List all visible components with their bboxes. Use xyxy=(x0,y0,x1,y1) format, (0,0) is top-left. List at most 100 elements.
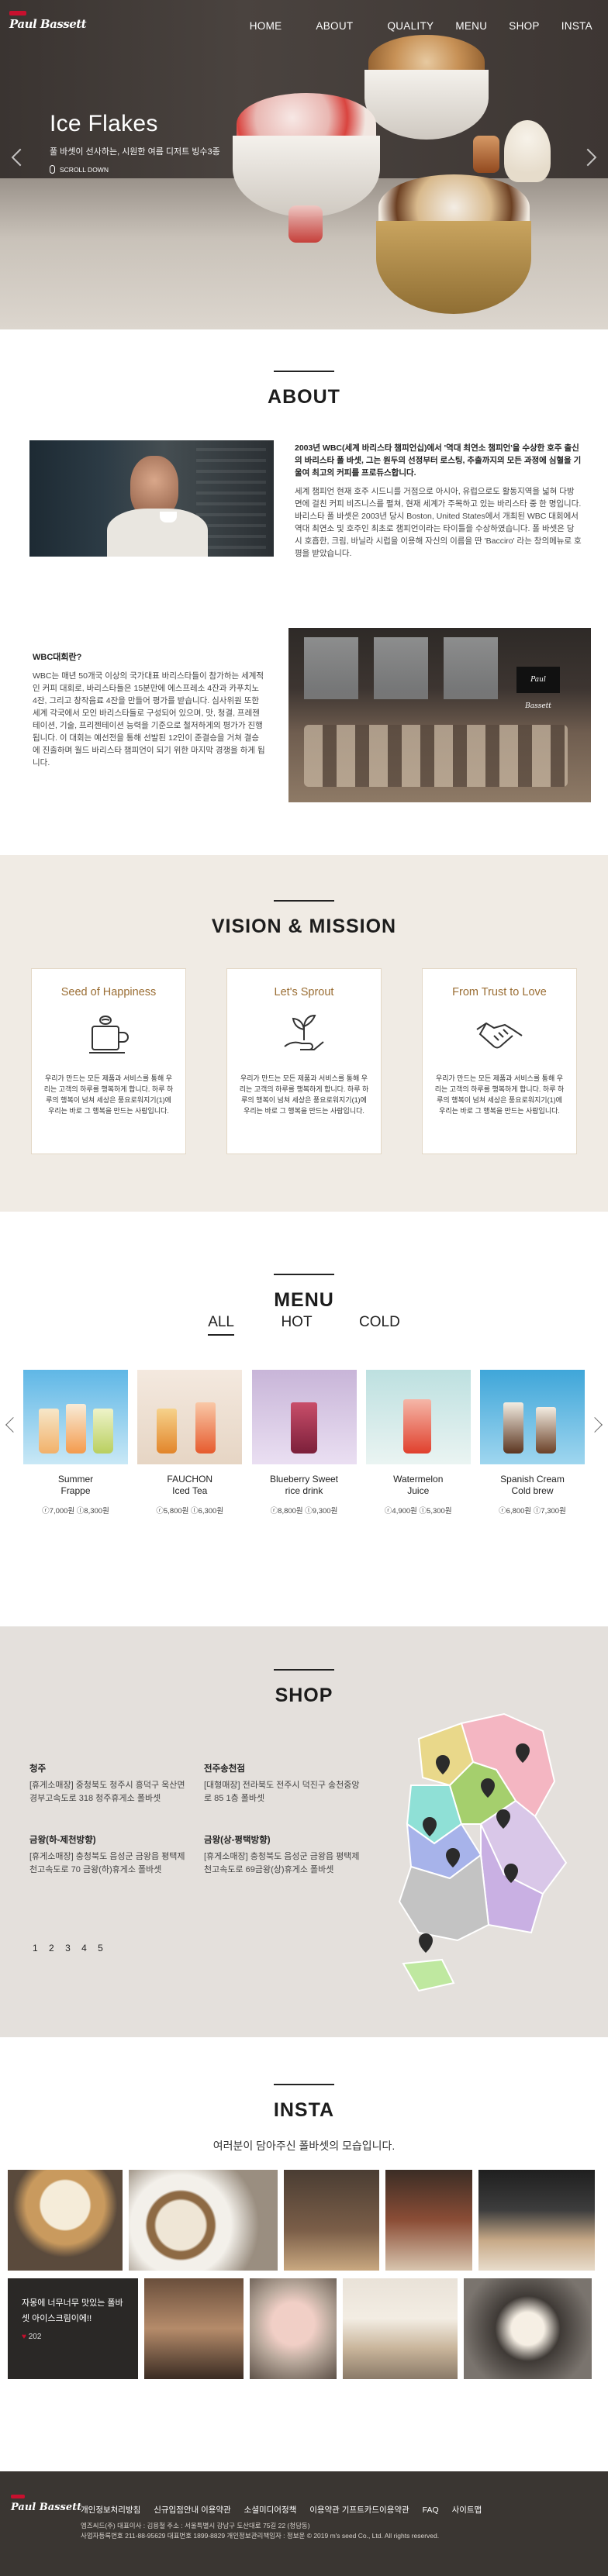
insta-heading: INSTA xyxy=(0,2084,608,2122)
footer-link-social[interactable]: 소셜미디어정책 xyxy=(244,2505,297,2515)
logo-badge xyxy=(9,11,26,16)
map-pin-icon[interactable] xyxy=(419,1933,433,1953)
hero-banner: Paul Bassett HOME ABOUT QUALITY MENU SHO… xyxy=(0,0,608,329)
syrup-jar-image xyxy=(288,205,323,243)
menu-item[interactable]: Blueberry Sweet rice drink ⓡ8,800원 ⓛ9,30… xyxy=(251,1370,357,1516)
insta-post-photo[interactable] xyxy=(464,2278,592,2379)
menu-next-arrow-icon[interactable] xyxy=(587,1417,603,1433)
handshake-icon xyxy=(476,1022,523,1049)
map-region-jeju[interactable] xyxy=(402,1958,455,1992)
shop-item[interactable]: 금왕(상-평택방향) [휴게소매장] 충청북도 음성군 금왕읍 평택제천고속도로… xyxy=(204,1833,363,1877)
menu-item[interactable]: Watermelon Juice ⓡ4,900원 ⓛ5,300원 xyxy=(365,1370,471,1516)
page-link[interactable]: 5 xyxy=(98,1943,103,1954)
menu-item-photo xyxy=(137,1370,243,1464)
shop-name: 금왕(상-평택방향) xyxy=(204,1836,271,1845)
insta-post-photo[interactable] xyxy=(8,2170,123,2271)
nav-quality[interactable]: QUALITY xyxy=(387,20,434,32)
insta-feed: 자몽에 너무너무 맛있는 폴바셋 아이스크림이에!! ♥ 202 xyxy=(8,2170,601,2387)
menu-prev-arrow-icon[interactable] xyxy=(5,1417,21,1433)
tab-all[interactable]: ALL xyxy=(208,1314,234,1336)
footer-company-info: 엠즈씨드(주) 대표이사 : 김용철 주소 : 서울특별시 강남구 도산대로 7… xyxy=(81,2521,439,2541)
menu-item-photo xyxy=(365,1370,471,1464)
hero-title: Ice Flakes xyxy=(50,111,158,136)
menu-item-name: Watermelon Juice xyxy=(393,1474,444,1496)
nav-insta[interactable]: INSTA xyxy=(561,20,592,32)
about-intro: 2003년 WBC(세계 바리스타 챔피언십)에서 '역대 최연소 챔피언'을 … xyxy=(295,442,582,560)
menu-item-price: ⓡ4,900원 ⓛ5,300원 xyxy=(384,1507,452,1516)
footer-link-privacy[interactable]: 개인정보처리방침 xyxy=(81,2505,140,2515)
menu-item-name: FAUCHON Iced Tea xyxy=(167,1474,213,1496)
menu-item[interactable]: Summer Frappe ⓡ7,000원 ⓛ8,300원 xyxy=(23,1370,128,1516)
menu-item[interactable]: Spanish Cream Cold brew ⓡ6,800원 ⓛ7,300원 xyxy=(480,1370,585,1516)
footer-link-store-terms[interactable]: 신규입점안내 이용약관 xyxy=(154,2505,231,2515)
menu-item[interactable]: FAUCHON Iced Tea ⓡ5,800원 ⓛ6,300원 xyxy=(137,1370,243,1516)
hero-subtitle: 풀 바셋이 선사하는, 시원한 여름 디저트 빙수3종 xyxy=(50,147,220,157)
menu-heading: MENU xyxy=(0,1274,608,1312)
menu-item-photo xyxy=(23,1370,128,1464)
shop-section: SHOP 청주 [휴게소매장] 중청북도 청주시 흥덕구 옥산면 경부고속도로 … xyxy=(0,1626,608,2037)
heading-rule xyxy=(274,371,334,372)
syrup-jar-image xyxy=(473,136,499,173)
vision-card: From Trust to Love 우리가 만드는 모든 제품과 서비스를 통… xyxy=(422,968,577,1154)
heart-icon: ♥ xyxy=(22,2333,26,2341)
insta-post-photo[interactable] xyxy=(284,2170,379,2271)
page-link[interactable]: 2 xyxy=(49,1943,54,1954)
shop-address: [대형매장] 전라북도 전주시 덕진구 송천중앙로 85 1층 폴바셋 xyxy=(204,1781,360,1803)
footer-link-giftcard[interactable]: 이용약관 기프트카드이용약관 xyxy=(309,2505,409,2515)
heading-rule xyxy=(274,900,334,902)
insta-post-photo[interactable] xyxy=(129,2170,278,2271)
insta-post-caption[interactable]: 자몽에 너무너무 맛있는 폴바셋 아이스크림이에!! ♥ 202 xyxy=(8,2278,138,2379)
page-link[interactable]: 3 xyxy=(65,1943,71,1954)
shop-item[interactable]: 금왕(하-제천방향) [휴게소매장] 충청북도 음성군 금왕읍 평택제천고속도로… xyxy=(29,1833,188,1877)
tab-cold[interactable]: COLD xyxy=(359,1314,400,1334)
scroll-down-label: SCROLL DOWN xyxy=(60,165,109,174)
vision-card-desc: 우리가 만드는 모든 제품과 서비스를 통해 우리는 고객의 하루를 행복하게 … xyxy=(43,1074,174,1115)
nav-shop[interactable]: SHOP xyxy=(509,20,539,32)
insta-post-photo[interactable] xyxy=(385,2170,472,2271)
insta-post-photo[interactable] xyxy=(250,2278,337,2379)
scroll-down[interactable]: SCROLL DOWN xyxy=(50,165,220,174)
about-title: ABOUT xyxy=(268,386,340,408)
footer-link-sitemap[interactable]: 사이트맵 xyxy=(452,2505,482,2515)
shop-name: 금왕(하-제천방향) xyxy=(29,1836,96,1845)
page-link[interactable]: 1 xyxy=(33,1943,38,1954)
menu-item-price: ⓡ6,800원 ⓛ7,300원 xyxy=(499,1507,566,1516)
nav-home[interactable]: HOME xyxy=(250,20,282,32)
nav-about[interactable]: ABOUT xyxy=(316,20,353,32)
insta-likes: ♥ 202 xyxy=(22,2333,124,2341)
vision-card-title: Let's Sprout xyxy=(274,986,334,998)
heading-rule xyxy=(274,1669,334,1671)
wbc-description: WBC대회란? WBC는 매년 50개국 이상의 국가대표 바리스타들이 참가하… xyxy=(33,651,265,769)
insta-post-photo[interactable] xyxy=(343,2278,458,2379)
menu-item-photo xyxy=(480,1370,585,1464)
shop-address: [휴게소매장] 중청북도 청주시 흥덕구 옥산면 경부고속도로 318 청주휴게… xyxy=(29,1781,185,1803)
shop-list: 청주 [휴게소매장] 중청북도 청주시 흥덕구 옥산면 경부고속도로 318 청… xyxy=(29,1762,371,1877)
page-link[interactable]: 4 xyxy=(81,1943,87,1954)
sprout-hand-icon xyxy=(284,1014,324,1050)
shop-item[interactable]: 전주송천점 [대형매장] 전라북도 전주시 덕진구 송천중앙로 85 1층 폴바… xyxy=(204,1762,363,1805)
vision-title: VISION & MISSION xyxy=(211,916,397,937)
footer-info-line: 사업자등록번호 211-88-95629 대표번호 1899-8829 개인정보… xyxy=(81,2532,440,2540)
korea-map[interactable] xyxy=(388,1708,582,2010)
shop-item[interactable]: 청주 [휴게소매장] 중청북도 청주시 흥덕구 옥산면 경부고속도로 318 청… xyxy=(29,1762,188,1805)
vision-card-desc: 우리가 만드는 모든 제품과 서비스를 통해 우리는 고객의 하루를 행복하게 … xyxy=(239,1074,369,1115)
insta-post-photo[interactable] xyxy=(478,2170,595,2271)
shop-address: [휴게소매장] 충청북도 음성군 금왕읍 평택제천고속도로 70 금왕(하)휴게… xyxy=(29,1852,185,1874)
ice-cream-image xyxy=(504,120,551,182)
menu-item-name: Spanish Cream Cold brew xyxy=(500,1474,565,1496)
footer-logo[interactable]: Paul Bassett xyxy=(11,2495,81,2514)
heading-rule xyxy=(274,1274,334,1275)
brand-logo[interactable]: Paul Bassett xyxy=(9,11,87,32)
insta-likes-count: 202 xyxy=(28,2333,42,2341)
menu-item-price: ⓡ7,000원 ⓛ8,300원 xyxy=(42,1507,109,1516)
logo-badge xyxy=(11,2495,25,2498)
menu-tabs: ALL HOT COLD xyxy=(0,1314,608,1336)
insta-section: INSTA 여러분이 담아주신 폴바셋의 모습입니다. 자몽에 너무너무 맛있는… xyxy=(0,2037,608,2471)
vision-card: Seed of Happiness 우리가 만드는 모든 제품과 서비스를 통해… xyxy=(31,968,186,1154)
menu-item-name: Summer Frappe xyxy=(57,1474,94,1496)
tab-hot[interactable]: HOT xyxy=(281,1314,312,1334)
shop-name: 청주 xyxy=(29,1764,47,1774)
insta-post-photo[interactable] xyxy=(144,2278,244,2379)
footer-link-faq[interactable]: FAQ xyxy=(423,2505,439,2515)
nav-menu[interactable]: MENU xyxy=(455,20,487,32)
